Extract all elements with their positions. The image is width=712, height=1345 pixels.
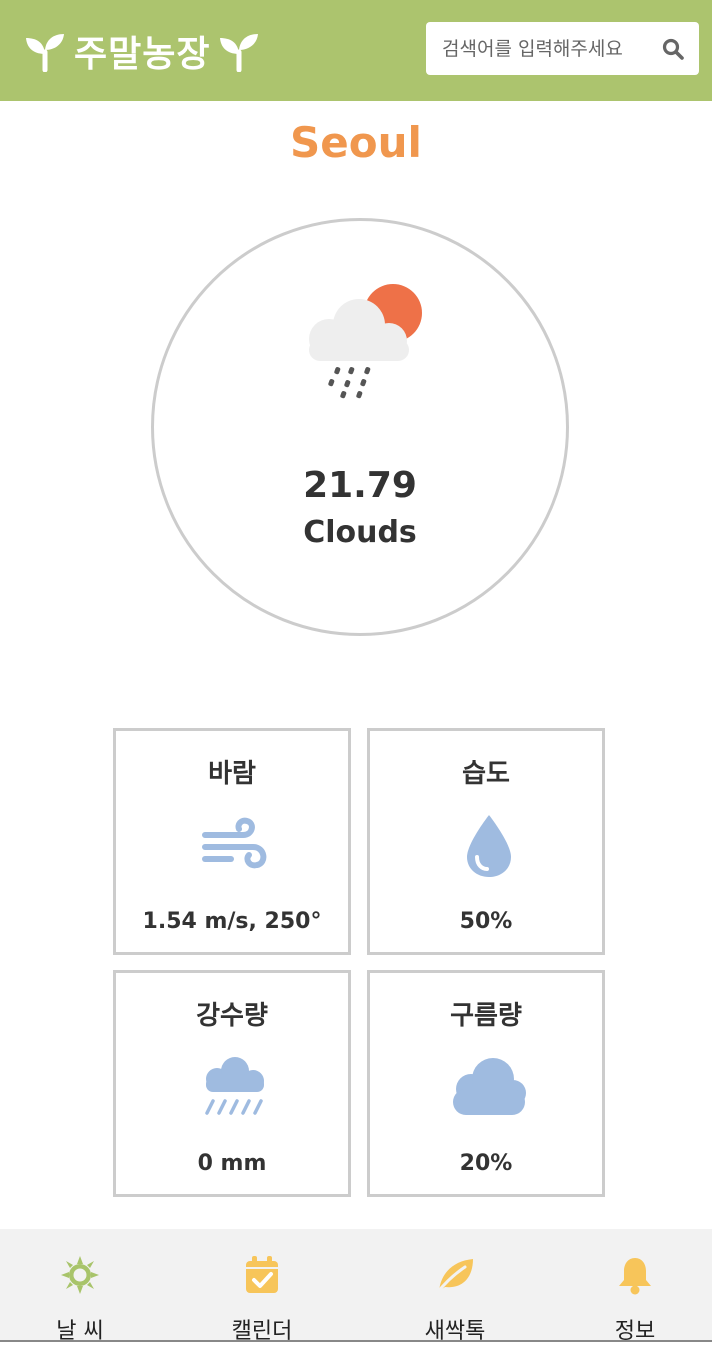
nav-item-info[interactable]: 정보 (565, 1229, 705, 1344)
weather-description: Clouds (303, 515, 417, 550)
humidity-card: 습도 50% (367, 728, 605, 955)
brand-logo[interactable]: 주말농장 (24, 26, 260, 76)
temperature-value: 21.79 (303, 465, 417, 506)
nav-label: 정보 (614, 1319, 656, 1344)
brand-name: 주말농장 (74, 34, 211, 75)
bell-icon (619, 1258, 651, 1295)
cloudiness-value: 20% (459, 1151, 513, 1176)
cloudiness-card: 구름량 20% (367, 970, 605, 1197)
card-title: 구름량 (450, 1001, 522, 1031)
wind-icon (202, 817, 267, 869)
sprout-icon (26, 34, 64, 72)
wind-card: 바람 1.54 m/s, 250° (113, 728, 351, 955)
card-title: 강수량 (196, 1001, 268, 1031)
nav-item-sprout-talk[interactable]: 새싹톡 (385, 1229, 525, 1344)
search-icon[interactable] (661, 37, 685, 61)
water-drop-icon (467, 815, 511, 877)
city-name: Seoul (290, 118, 422, 167)
nav-label: 새싹톡 (424, 1319, 486, 1344)
nav-label: 캘린더 (231, 1319, 293, 1344)
precipitation-value: 0 mm (197, 1151, 267, 1176)
bottom-navigation: 날 씨 캘린더 새싹톡 정보 (0, 1229, 712, 1344)
rain-cloud-icon (205, 1057, 264, 1115)
precipitation-card: 강수량 0 mm (113, 970, 351, 1197)
leaf-icon (435, 1259, 473, 1295)
search-box (426, 22, 699, 75)
weather-summary-circle: 21.79 Clouds (151, 218, 569, 636)
nav-item-calendar[interactable]: 캘린더 (192, 1229, 332, 1344)
search-input[interactable] (442, 37, 661, 60)
wind-value: 1.54 m/s, 250° (142, 909, 322, 934)
calendar-check-icon (246, 1256, 278, 1293)
card-title: 습도 (462, 759, 510, 789)
card-title: 바람 (208, 759, 256, 789)
cloud-sun-rain-icon (309, 284, 422, 399)
humidity-value: 50% (459, 909, 513, 934)
nav-item-weather[interactable]: 날 씨 (10, 1229, 150, 1344)
cloud-icon (453, 1058, 526, 1115)
nav-label: 날 씨 (56, 1319, 104, 1344)
sprout-icon (220, 34, 259, 72)
app-header: 주말농장 (0, 0, 712, 101)
sun-icon (61, 1256, 99, 1294)
